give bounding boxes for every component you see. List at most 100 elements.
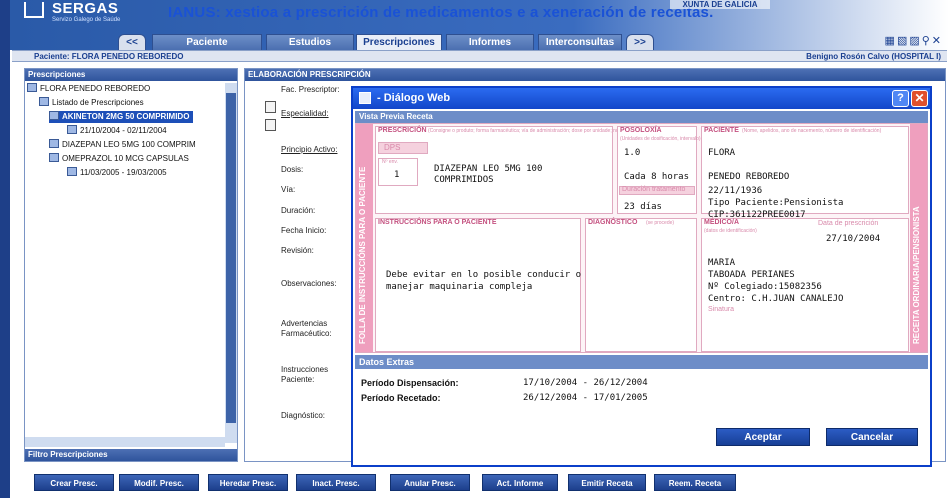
emitir-receta-button[interactable]: Emitir Receta — [568, 474, 646, 491]
tree-horizontal-scrollbar[interactable] — [25, 437, 225, 447]
duracion-value: 23 días — [624, 202, 662, 212]
intervalo-value: Cada 8 horas — [624, 172, 690, 182]
patient-folder-icon — [27, 83, 37, 92]
nav-back-button[interactable]: << — [118, 34, 146, 50]
sergas-logo-icon — [24, 2, 44, 18]
reem-receta-button[interactable]: Reem. Receta — [654, 474, 736, 491]
periodo-dispensacion-value: 17/10/2004 - 26/12/2004 — [523, 378, 648, 388]
drug-icon — [49, 111, 59, 120]
label-duracion: Duración: — [281, 206, 316, 215]
diagnostico-note: (se procede) — [646, 220, 675, 226]
periodo-recetado-label: Período Recetado: — [361, 393, 441, 403]
fecha-value: 27/10/2004 — [826, 234, 881, 244]
patient-bar: Paciente: FLORA PENEDO REBOREDO Benigno … — [12, 50, 947, 62]
modif-presc-button[interactable]: Modif. Presc. — [119, 474, 199, 491]
posoloxia-value: 1.0 — [624, 148, 641, 158]
act-informe-button[interactable]: Act. Informe — [482, 474, 558, 491]
toolbar-icons[interactable]: ▦▧▨⚲✕ — [885, 34, 943, 47]
close-button[interactable]: ✕ — [911, 90, 928, 107]
label-diagnostico: Diagnóstico: — [281, 411, 326, 420]
side-right-text: RECEITA ORDINARIA/PENSIONISTA — [912, 206, 921, 344]
period-icon — [67, 167, 77, 176]
doctor-surname: TABOADA PERIANES — [708, 270, 795, 280]
medico-header: MÉDICO/A — [704, 219, 739, 226]
app-title: IANUS: xestioa a prescrición de medicame… — [168, 4, 714, 21]
label-via: Vía: — [281, 185, 296, 194]
anular-presc-button[interactable]: Anular Presc. — [390, 474, 470, 491]
fecha-label: Data de prescrición — [818, 220, 879, 227]
help-button[interactable]: ? — [892, 90, 909, 107]
sergas-logo: SERGAS Servizo Galego de Saúde — [24, 0, 134, 26]
n-env-label: Nº env. — [382, 159, 398, 165]
receipt-side-right: RECEITA ORDINARIA/PENSIONISTA — [910, 124, 927, 352]
patient-surname: PENEDO REBOREDO — [708, 172, 790, 182]
heredar-presc-button[interactable]: Heredar Presc. — [208, 474, 288, 491]
posoloxia-note: (Unidades de dosificación, intervalo) — [620, 136, 701, 142]
drug-line-1: DIAZEPAN LEO 5MG 100 — [434, 164, 543, 174]
n-env-value: 1 — [394, 170, 400, 180]
tree-item-period-1[interactable]: 21/10/2004 - 02/11/2004 — [67, 125, 167, 137]
vista-previa-title: Vista Previa Receta — [355, 111, 928, 123]
tree-item-diazepan[interactable]: DIAZEPAN LEO 5MG 100 COMPRIM — [49, 139, 196, 151]
prescripcion-header: PRESCRICIÓN — [378, 127, 427, 134]
drug-line-2: COMPRIMIDOS — [434, 175, 494, 185]
drug-icon — [49, 153, 59, 162]
crear-presc-button[interactable]: Crear Presc. — [34, 474, 114, 491]
aceptar-button[interactable]: Aceptar — [716, 428, 810, 446]
tree-item-omeprazol[interactable]: OMEPRAZOL 10 MCG CAPSULAS — [49, 153, 189, 165]
window-icon — [359, 92, 371, 104]
sinatura-label: Sinatura — [708, 306, 735, 313]
instrucciones-header: INSTRUCCIÓNS PARA O PACIENTE — [378, 219, 497, 226]
scrollbar-thumb[interactable] — [226, 93, 236, 423]
tab-informes[interactable]: Informes — [446, 34, 534, 50]
inact-presc-button[interactable]: Inact. Presc. — [296, 474, 376, 491]
tab-estudios[interactable]: Estudios — [266, 34, 354, 50]
tree-item-patient[interactable]: FLORA PENEDO REBOREDO — [27, 83, 150, 95]
doctor-name: MARIA — [708, 258, 736, 268]
doctor-label: Benigno Rosón Calvo (HOSPITAL I) — [806, 52, 941, 61]
label-dosis: Dosis: — [281, 165, 304, 174]
receipt-side-left: FOLLA DE INSTRUCCIÓNS PARA O PACIENTE — [356, 124, 373, 352]
diagnostico-header: DIAGNÓSTICO — [588, 219, 638, 226]
left-accent-bar — [0, 0, 10, 498]
tree-label: OMEPRAZOL 10 MCG CAPSULAS — [62, 154, 189, 163]
patient-label: Paciente: FLORA PENEDO REBOREDO — [34, 52, 184, 61]
tree-label: 21/10/2004 - 02/11/2004 — [80, 126, 167, 135]
cancelar-button[interactable]: Cancelar — [826, 428, 918, 446]
label-especialidad[interactable]: Especialidad: — [281, 109, 329, 118]
tree-item-akineton[interactable]: AKINETON 2MG 50 COMPRIMIDO — [49, 111, 194, 123]
posoloxia-header: POSOLOXÍA — [620, 127, 662, 134]
filter-prescriptions-bar[interactable]: Filtro Prescripciones — [25, 449, 237, 461]
paciente-header: PACIENTE — [704, 127, 739, 134]
diagnostico-box — [585, 218, 697, 352]
logo-subtitle: Servizo Galego de Saúde — [52, 17, 121, 23]
tree-vertical-scrollbar[interactable] — [225, 83, 237, 443]
tree-label: DIAZEPAN LEO 5MG 100 COMPRIM — [62, 140, 196, 149]
instructions-line-1: Debe evitar en lo posible conducir o — [386, 270, 582, 280]
label-observaciones: Observaciones: — [281, 279, 337, 288]
label-farmaceutico: Farmacéutico: — [281, 329, 332, 338]
prescription-form-title: ELABORACIÓN PRESCRIPCIÓN — [245, 69, 945, 81]
document-icon[interactable] — [265, 101, 276, 113]
tree-item-listado[interactable]: Listado de Prescripciones — [39, 97, 144, 109]
instructions-line-2: manejar maquinaria compleja — [386, 282, 533, 292]
tree-item-period-2[interactable]: 11/03/2005 - 19/03/2005 — [67, 167, 167, 179]
period-icon — [67, 125, 77, 134]
tab-paciente[interactable]: Paciente — [152, 34, 262, 50]
label-revision: Revisión: — [281, 246, 314, 255]
receipt-preview: FOLLA DE INSTRUCCIÓNS PARA O PACIENTE RE… — [355, 123, 928, 353]
dialog-title: - Diálogo Web — [377, 92, 451, 104]
tab-interconsultas[interactable]: Interconsultas — [538, 34, 622, 50]
nav-forward-button[interactable]: >> — [626, 34, 654, 50]
document-edit-icon[interactable] — [265, 119, 276, 131]
patient-type: Tipo Paciente:Pensionista — [708, 198, 844, 208]
tab-prescripciones[interactable]: Prescripciones — [356, 34, 442, 50]
tree-label: 11/03/2005 - 19/03/2005 — [80, 168, 167, 177]
prescriptions-panel: Prescripciones FLORA PENEDO REBOREDO Lis… — [24, 68, 238, 462]
patient-dob: 22/11/1936 — [708, 186, 763, 196]
dialog-titlebar[interactable]: - Diálogo Web ? ✕ — [353, 88, 930, 109]
xunta-logo: XUNTA DE GALICIA — [670, 0, 770, 9]
patient-name: FLORA — [708, 148, 736, 158]
action-buttons: Crear Presc. Modif. Presc. Heredar Presc… — [24, 474, 944, 494]
label-principio-activo[interactable]: Principio Activo: — [281, 145, 337, 154]
